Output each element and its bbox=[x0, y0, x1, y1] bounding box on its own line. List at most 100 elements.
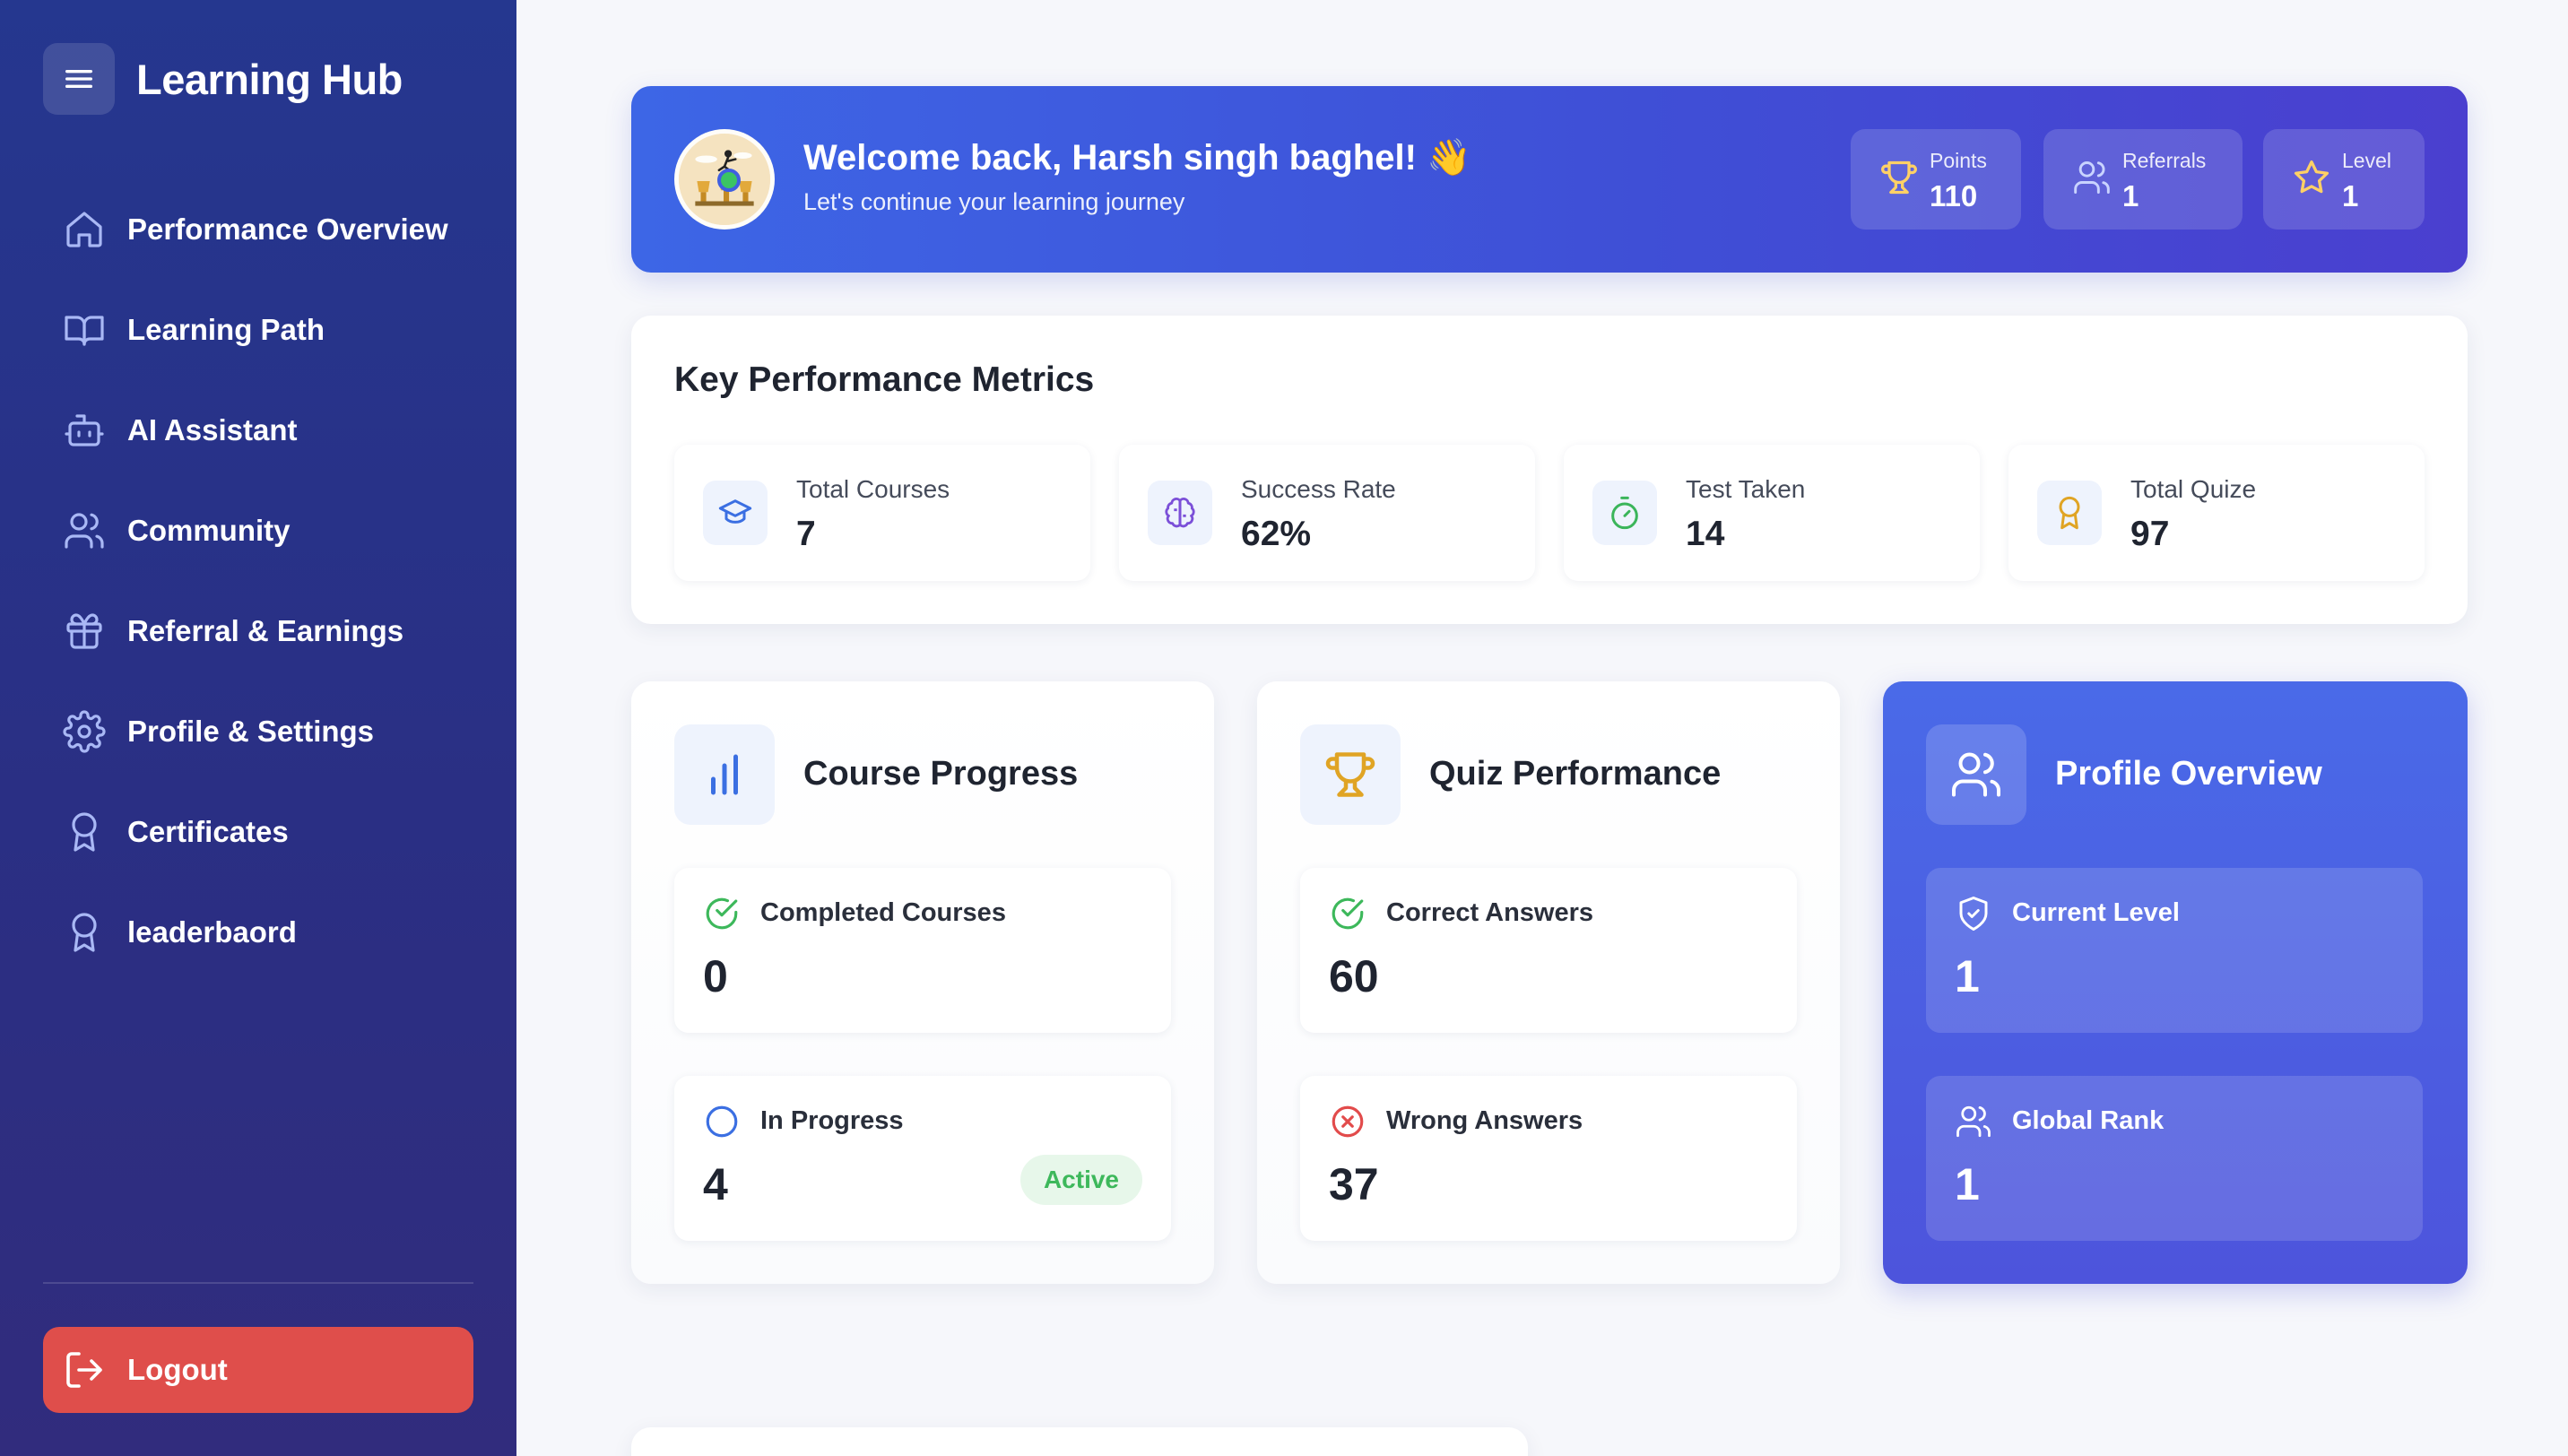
hamburger-icon bbox=[65, 70, 93, 89]
check-circle-icon bbox=[706, 897, 738, 930]
metric-label: Test Taken bbox=[1686, 475, 1806, 503]
panel-icon-box bbox=[1926, 724, 2026, 825]
shield-check-icon bbox=[1959, 897, 1988, 931]
status-badge: Active bbox=[1019, 1155, 1142, 1205]
metric-icon-box bbox=[1148, 481, 1212, 545]
wrong-answers-box: Wrong Answers 37 bbox=[1300, 1076, 1797, 1241]
x-circle-icon bbox=[1332, 1105, 1364, 1138]
metric-label: Success Rate bbox=[1241, 475, 1396, 503]
brand: Learning Hub bbox=[43, 43, 403, 115]
award-icon bbox=[72, 913, 97, 952]
trophy-icon bbox=[1881, 160, 1917, 195]
timer-icon bbox=[1611, 496, 1638, 530]
completed-courses-label: Completed Courses bbox=[760, 898, 1006, 927]
award-icon bbox=[2059, 496, 2080, 530]
sidebar-item-label: Learning Path bbox=[127, 313, 325, 346]
sidebar-item-performance-overview[interactable]: Performance Overview bbox=[43, 179, 473, 280]
completed-courses-value: 0 bbox=[703, 951, 728, 1001]
course-progress-card: Course Progress Completed Courses 0 In P… bbox=[631, 681, 1214, 1284]
sidebar-item-community[interactable]: Community bbox=[43, 481, 473, 581]
metric-value: 97 bbox=[2130, 515, 2170, 553]
wrong-answers-label: Wrong Answers bbox=[1386, 1106, 1583, 1135]
online-status-dot bbox=[717, 169, 741, 192]
gear-icon bbox=[63, 710, 106, 753]
completed-courses-box: Completed Courses 0 bbox=[674, 868, 1171, 1033]
metric-total-courses: Total Courses 7 bbox=[674, 445, 1090, 581]
brain-icon bbox=[1165, 498, 1195, 528]
logout-icon bbox=[66, 1352, 102, 1388]
in-progress-box: In Progress 4 Active bbox=[674, 1076, 1171, 1241]
points-chip: Points 110 bbox=[1851, 129, 2021, 230]
in-progress-value: 4 bbox=[703, 1159, 728, 1209]
sidebar-item-label: Performance Overview bbox=[127, 212, 448, 246]
metric-icon-box bbox=[703, 481, 768, 545]
sidebar-item-leaderboard[interactable]: leaderbaord bbox=[43, 882, 473, 983]
sidebar-item-label: Community bbox=[127, 514, 291, 547]
welcome-banner: Welcome back, Harsh singh baghel! 👋 Let'… bbox=[631, 86, 2468, 273]
metric-label: Total Courses bbox=[796, 475, 950, 503]
sidebar-item-referral-earnings[interactable]: Referral & Earnings bbox=[43, 581, 473, 681]
metric-success-rate: Success Rate 62% bbox=[1119, 445, 1535, 581]
bar-chart-icon bbox=[711, 754, 738, 795]
quiz-performance-card: Quiz Performance Correct Answers 60 Wron… bbox=[1257, 681, 1840, 1284]
metric-icon-box bbox=[1592, 481, 1657, 545]
current-level-value: 1 bbox=[1955, 951, 1980, 1001]
sidebar-item-label: leaderbaord bbox=[127, 915, 297, 949]
bot-icon bbox=[65, 414, 104, 446]
current-level-label: Current Level bbox=[2012, 898, 2180, 927]
metric-value: 7 bbox=[796, 515, 816, 553]
metric-label: Total Quize bbox=[2130, 475, 2257, 503]
wrong-answers-value: 37 bbox=[1329, 1159, 1379, 1209]
correct-answers-label: Correct Answers bbox=[1386, 898, 1594, 927]
award-icon bbox=[72, 812, 97, 852]
points-label: Points bbox=[1930, 149, 1987, 172]
level-value: 1 bbox=[2342, 179, 2359, 212]
sidebar-divider bbox=[43, 1282, 473, 1284]
book-icon bbox=[65, 316, 104, 346]
referrals-label: Referrals bbox=[2122, 149, 2207, 172]
key-metrics-title: Key Performance Metrics bbox=[674, 360, 1095, 399]
menu-toggle-button[interactable] bbox=[43, 43, 115, 115]
level-label: Level bbox=[2342, 149, 2391, 172]
metric-icon-box bbox=[2037, 481, 2102, 545]
sidebar-item-profile-settings[interactable]: Profile & Settings bbox=[43, 681, 473, 782]
global-rank-value: 1 bbox=[1955, 1159, 1980, 1209]
sidebar-item-label: Profile & Settings bbox=[127, 715, 375, 748]
correct-answers-value: 60 bbox=[1329, 951, 1379, 1001]
brand-title: Learning Hub bbox=[136, 55, 403, 103]
quiz-performance-title: Quiz Performance bbox=[1429, 755, 1722, 793]
welcome-subtitle: Let's continue your learning journey bbox=[803, 188, 1185, 215]
key-metrics-card: Key Performance Metrics Total Courses 7 … bbox=[631, 316, 2468, 624]
graduation-cap-icon bbox=[718, 499, 752, 524]
circle-icon bbox=[706, 1105, 738, 1138]
profile-overview-title: Profile Overview bbox=[2055, 755, 2322, 793]
star-icon bbox=[2294, 160, 2329, 194]
in-progress-label: In Progress bbox=[760, 1106, 904, 1135]
home-icon bbox=[66, 212, 102, 247]
sidebar-item-label: Certificates bbox=[127, 815, 289, 848]
metric-test-taken: Test Taken 14 bbox=[1564, 445, 1980, 581]
sidebar-item-learning-path[interactable]: Learning Path bbox=[43, 280, 473, 380]
users-icon bbox=[2074, 161, 2110, 194]
sidebar-item-label: Referral & Earnings bbox=[127, 614, 404, 647]
metric-value: 14 bbox=[1686, 515, 1725, 553]
points-value: 110 bbox=[1930, 179, 1978, 212]
logout-button[interactable]: Logout bbox=[43, 1327, 473, 1413]
bottom-card-partial bbox=[631, 1427, 1528, 1456]
users-icon bbox=[65, 513, 104, 549]
sidebar: Learning Hub Performance Overview Learni… bbox=[0, 0, 516, 1456]
welcome-title: Welcome back, Harsh singh baghel! 👋 bbox=[803, 138, 1471, 178]
sidebar-item-label: AI Assistant bbox=[127, 413, 298, 446]
metric-value: 62% bbox=[1241, 515, 1312, 553]
users-icon bbox=[1952, 752, 2001, 797]
course-progress-title: Course Progress bbox=[803, 755, 1079, 793]
sidebar-item-ai-assistant[interactable]: AI Assistant bbox=[43, 380, 473, 481]
current-level-box: Current Level 1 bbox=[1926, 868, 2423, 1033]
check-circle-icon bbox=[1332, 897, 1364, 930]
global-rank-box: Global Rank 1 bbox=[1926, 1076, 2423, 1241]
correct-answers-box: Correct Answers 60 bbox=[1300, 868, 1797, 1033]
profile-overview-card: Profile Overview Current Level 1 Global … bbox=[1883, 681, 2468, 1284]
panel-icon-box bbox=[674, 724, 775, 825]
metric-total-quize: Total Quize 97 bbox=[2008, 445, 2425, 581]
sidebar-item-certificates[interactable]: Certificates bbox=[43, 782, 473, 882]
